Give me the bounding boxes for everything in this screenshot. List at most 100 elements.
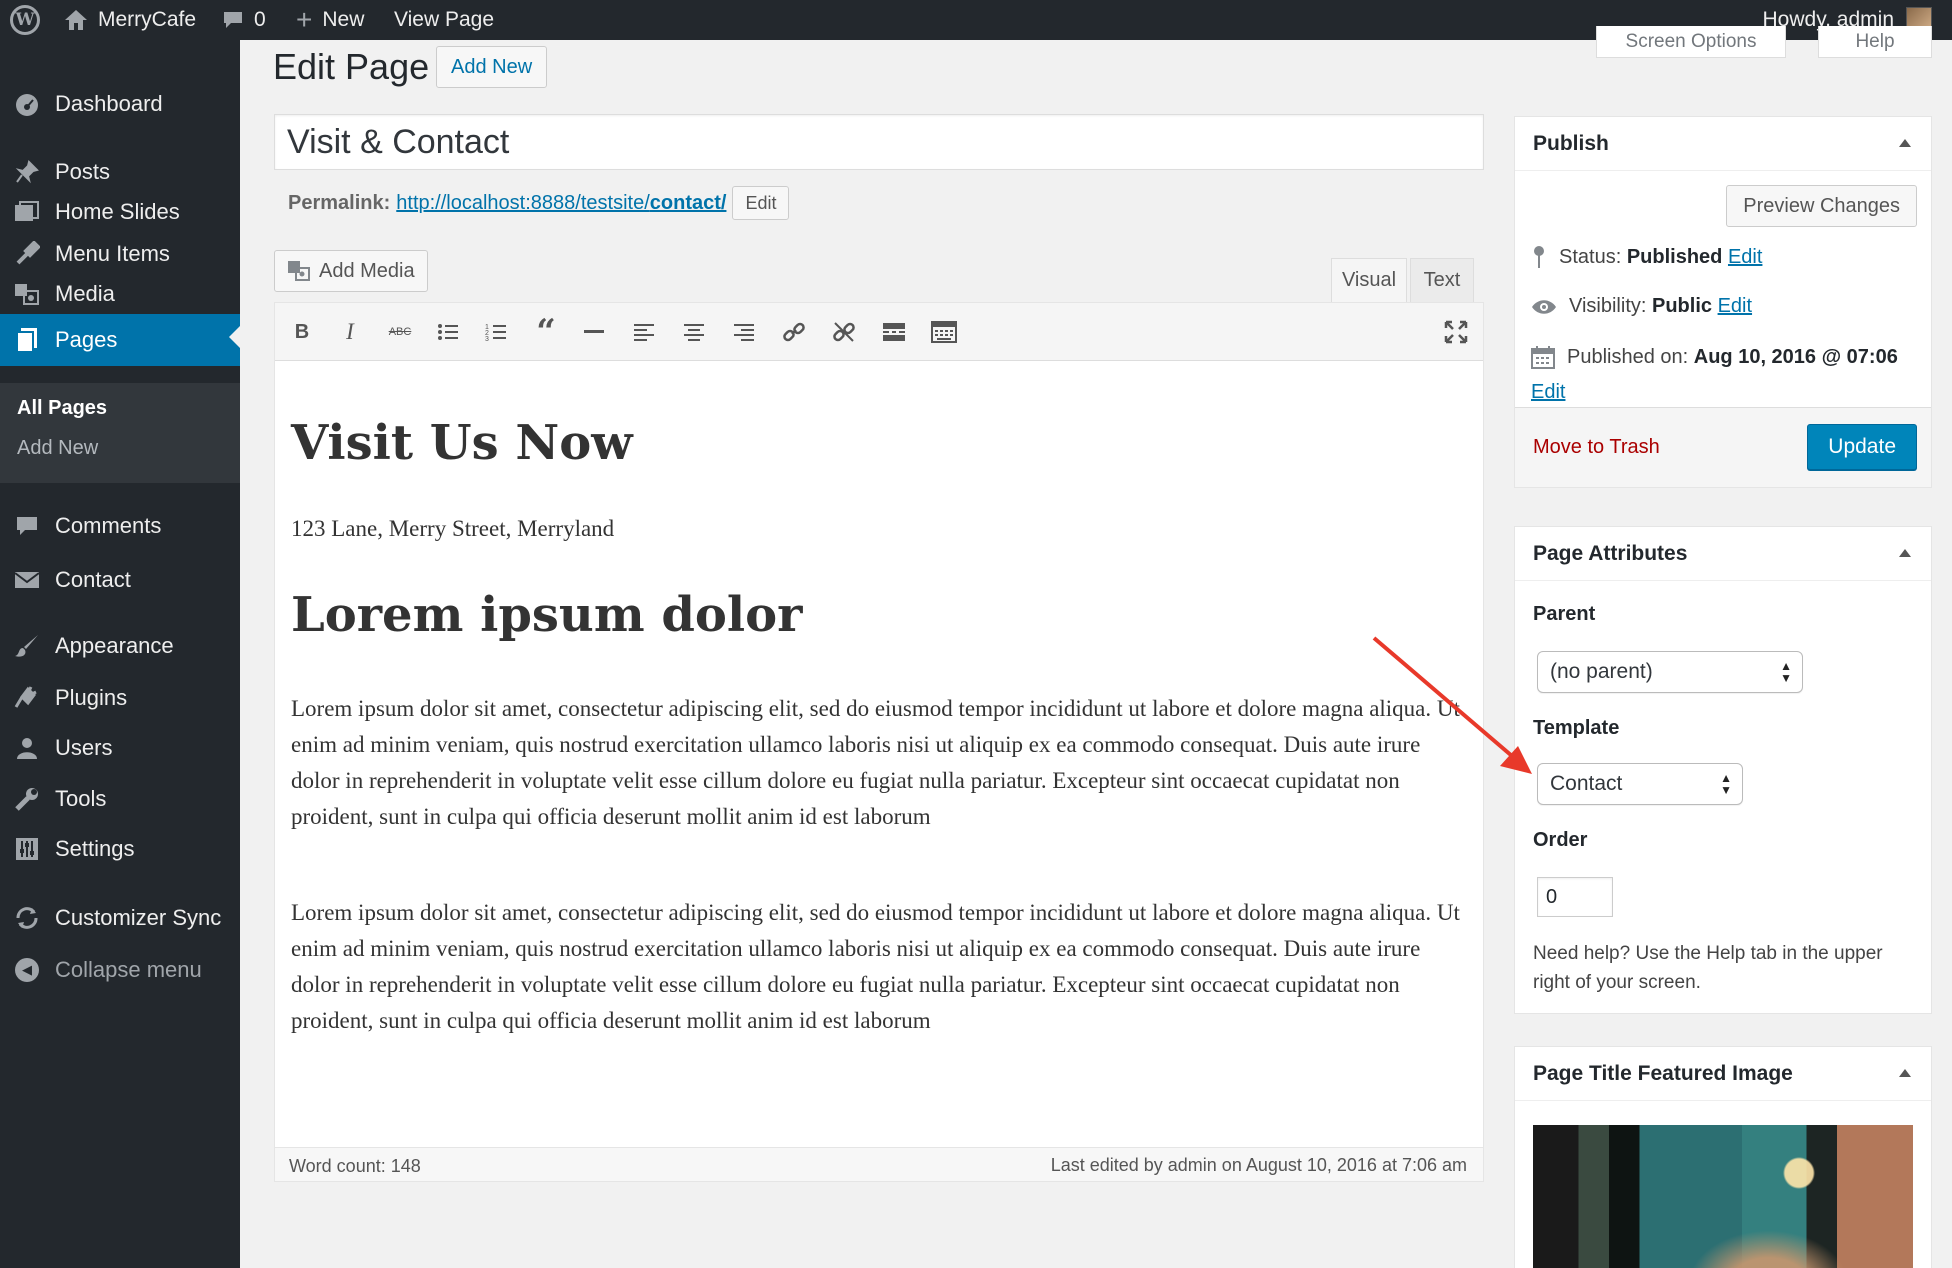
bullet-list-icon[interactable] [433,317,463,347]
calendar-icon [1531,346,1555,369]
tab-visual[interactable]: Visual [1331,258,1407,302]
sidebar-item-settings[interactable]: Settings [0,827,240,871]
help-label: Help [1855,31,1895,52]
published-on-row: Published on: Aug 10, 2016 @ 07:06 [1531,345,1898,369]
published-edit-link[interactable]: Edit [1531,381,1565,404]
order-label: Order [1533,829,1588,851]
numbered-list-icon[interactable]: 123 [481,317,511,347]
media-icon [288,261,310,281]
permalink-link[interactable]: http://localhost:8888/testsite/contact/ [396,192,726,215]
permalink-edit-button[interactable]: Edit [732,186,790,220]
sidebar-item-label: Settings [55,836,135,861]
status-label: Status: [1559,245,1622,268]
page-attributes-header[interactable]: Page Attributes [1515,527,1931,581]
collapse-toggle-icon[interactable] [1899,139,1911,147]
permalink-label: Permalink: [288,191,391,214]
italic-icon[interactable]: I [335,317,365,347]
sidebar-item-comments[interactable]: Comments [0,504,240,548]
featured-image-thumbnail[interactable] [1533,1125,1913,1268]
read-more-icon[interactable] [879,317,909,347]
sidebar-item-label: Home Slides [55,199,180,224]
published-label: Published on: [1567,345,1689,368]
pages-submenu: All Pages Add New [0,383,240,483]
sidebar-item-label: Menu Items [55,241,170,266]
view-page-link[interactable]: View Page [394,0,494,40]
align-center-icon[interactable] [679,317,709,347]
editor-toolbar: B I ABC 123 “ [275,303,1483,361]
move-to-trash-link[interactable]: Move to Trash [1533,436,1660,459]
screen-options-tab[interactable]: Screen Options [1596,26,1786,58]
permalink-base: http://localhost:8888/testsite/ [396,191,650,214]
horizontal-rule-icon[interactable] [579,317,609,347]
new-label: New [322,8,365,31]
sidebar-item-home-slides[interactable]: Home Slides [0,190,240,234]
new-content-link[interactable]: + New [296,0,364,40]
content-heading-1: Visit Us Now [291,415,633,471]
sidebar-item-tools[interactable]: Tools [0,777,240,821]
add-media-button[interactable]: Add Media [274,250,428,292]
submenu-all-pages[interactable]: All Pages [17,397,107,420]
template-select[interactable]: Contact ▲ ▼ [1537,763,1743,805]
submenu-add-new[interactable]: Add New [17,437,98,460]
sidebar-item-users[interactable]: Users [0,726,240,770]
last-edited: Last edited by admin on August 10, 2016 … [1050,1155,1467,1175]
collapse-toggle-icon[interactable] [1899,549,1911,557]
sidebar-item-customizer-sync[interactable]: Customizer Sync [0,896,240,940]
comments-count: 0 [254,8,266,31]
select-arrows-icon: ▲ ▼ [1720,771,1732,797]
page-attributes-title: Page Attributes [1533,541,1688,565]
content-editor[interactable]: B I ABC 123 “ Visit Us Now 123 Lane, Mer… [274,302,1484,1182]
visibility-edit-link[interactable]: Edit [1718,295,1752,317]
sidebar-item-label: Posts [55,159,111,184]
sidebar-item-media[interactable]: Media [0,272,240,316]
featured-image-header[interactable]: Page Title Featured Image [1515,1047,1931,1101]
add-media-label: Add Media [319,259,415,282]
preview-changes-button[interactable]: Preview Changes [1726,185,1917,227]
toolbar-toggle-icon[interactable] [929,317,959,347]
fullscreen-icon[interactable] [1441,317,1471,347]
admin-sidebar: Dashboard Posts Home Slides Menu Items M… [0,40,240,1268]
parent-select[interactable]: (no parent) ▲ ▼ [1537,651,1803,693]
update-button[interactable]: Update [1807,424,1917,470]
sidebar-item-label: Pages [55,327,118,352]
sidebar-item-plugins[interactable]: Plugins [0,676,240,720]
status-value: Published [1626,245,1723,268]
permalink-slug: contact/ [649,191,727,214]
strikethrough-icon[interactable]: ABC [385,317,415,347]
link-icon[interactable] [779,317,809,347]
site-name-link[interactable]: MerryCafe [64,0,196,40]
sidebar-item-posts[interactable]: Posts [0,150,240,194]
site-name-label: MerryCafe [98,8,197,31]
collapse-menu-label: Collapse menu [55,957,202,982]
unlink-icon[interactable] [829,317,859,347]
tab-text[interactable]: Text [1410,258,1474,302]
publish-box-header[interactable]: Publish [1515,117,1931,171]
publish-title: Publish [1533,131,1609,155]
sidebar-item-label: Dashboard [55,91,163,116]
order-input[interactable]: 0 [1537,877,1613,917]
collapse-toggle-icon[interactable] [1899,1069,1911,1077]
help-tab[interactable]: Help [1818,26,1932,58]
collapse-menu-button[interactable]: ◀ Collapse menu [0,948,240,992]
content-heading-2: Lorem ipsum dolor [291,587,803,643]
pin-icon [13,158,41,186]
plus-icon: + [296,4,313,35]
status-edit-link[interactable]: Edit [1728,246,1762,268]
dashboard-icon [13,90,41,118]
page-title: Edit Page [273,46,430,87]
comments-link[interactable]: 0 [222,0,266,40]
sidebar-item-contact[interactable]: Contact [0,558,240,602]
align-left-icon[interactable] [629,317,659,347]
post-title-input[interactable]: Visit & Contact [274,114,1484,170]
sidebar-item-pages[interactable]: Pages [0,314,240,366]
sidebar-item-menu-items[interactable]: Menu Items [0,232,240,276]
sidebar-item-appearance[interactable]: Appearance [0,624,240,668]
featured-image-box: Page Title Featured Image [1514,1046,1932,1268]
bold-icon[interactable]: B [287,317,317,347]
blockquote-icon[interactable]: “ [531,312,561,352]
sidebar-item-dashboard[interactable]: Dashboard [0,82,240,126]
status-row: Status: Published Edit [1531,245,1762,269]
align-right-icon[interactable] [729,317,759,347]
wordpress-logo-icon[interactable]: W [10,0,42,40]
add-new-button[interactable]: Add New [436,46,548,88]
